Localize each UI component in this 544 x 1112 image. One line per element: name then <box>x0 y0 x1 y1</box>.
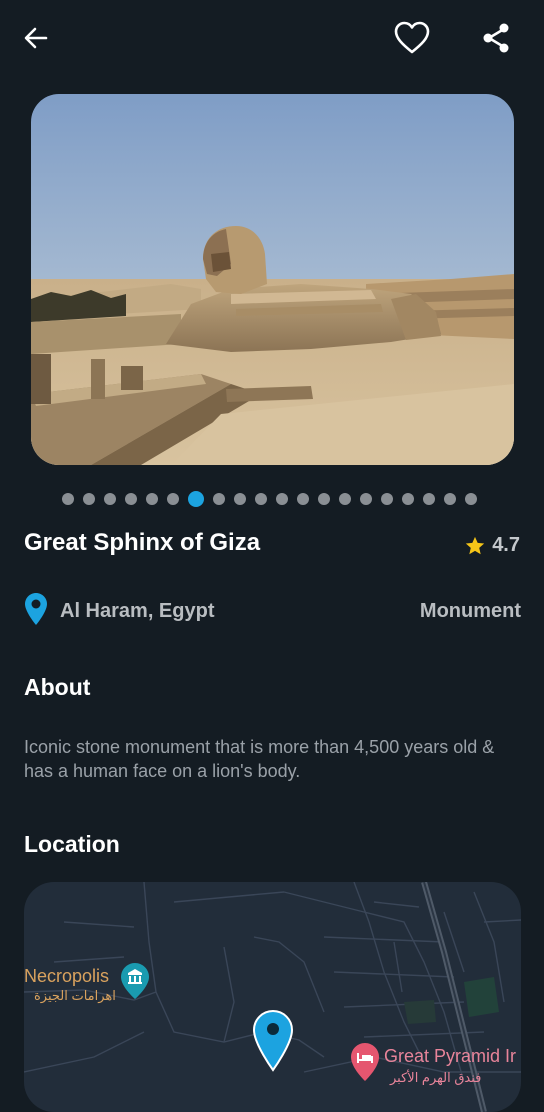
gallery-dot[interactable] <box>146 493 158 505</box>
location-row: Al Haram, Egypt Monument <box>24 590 521 630</box>
gallery-dot[interactable] <box>339 493 351 505</box>
gallery-dot-active[interactable] <box>188 491 204 507</box>
gallery-dot[interactable] <box>234 493 246 505</box>
share-button[interactable] <box>474 16 518 60</box>
gallery-dot[interactable] <box>423 493 435 505</box>
place-photo[interactable] <box>31 94 514 465</box>
back-button[interactable] <box>16 20 56 56</box>
gallery-dot[interactable] <box>62 493 74 505</box>
star-icon <box>466 536 485 554</box>
gallery-page-indicator <box>62 491 477 507</box>
share-icon <box>483 23 509 53</box>
location-map[interactable]: Necropolis اهرامات الجيزة Great Pyramid … <box>24 882 521 1112</box>
rating: 4.7 <box>464 534 520 557</box>
gallery-dot[interactable] <box>125 493 137 505</box>
museum-marker-icon[interactable] <box>120 962 150 1000</box>
location-text: Al Haram, Egypt <box>60 600 215 622</box>
gallery-dot[interactable] <box>402 493 414 505</box>
map-sublabel-necropolis: اهرامات الجيزة <box>34 988 116 1003</box>
gallery-dot[interactable] <box>276 493 288 505</box>
category-label: Monument <box>419 600 521 622</box>
map-sublabel-hotel: فندق الهرم الأكبر <box>390 1070 482 1085</box>
gallery-dot[interactable] <box>104 493 116 505</box>
gallery-dot[interactable] <box>255 493 267 505</box>
top-bar <box>0 0 544 76</box>
hotel-marker-icon[interactable] <box>350 1042 380 1082</box>
gallery-dot[interactable] <box>360 493 372 505</box>
place-title: Great Sphinx of Giza <box>24 529 261 556</box>
rating-value: 4.7 <box>492 534 520 556</box>
map-label-hotel: Great Pyramid Ir <box>384 1046 517 1066</box>
arrow-left-icon <box>24 27 48 49</box>
about-heading: About <box>24 674 91 700</box>
location-heading: Location <box>24 831 120 857</box>
gallery-dot[interactable] <box>213 493 225 505</box>
gallery-dot[interactable] <box>381 493 393 505</box>
gallery-dot[interactable] <box>167 493 179 505</box>
gallery-dot[interactable] <box>83 493 95 505</box>
about-description: Iconic stone monument that is more than … <box>24 737 495 781</box>
location-pin-icon <box>25 593 47 625</box>
gallery-dot[interactable] <box>297 493 309 505</box>
heart-outline-icon <box>394 21 430 54</box>
gallery-dot[interactable] <box>465 493 477 505</box>
selected-location-marker-icon[interactable] <box>253 1010 293 1072</box>
map-label-necropolis: Necropolis <box>24 966 110 986</box>
gallery-dot[interactable] <box>318 493 330 505</box>
sphinx-image <box>31 94 514 465</box>
gallery-dot[interactable] <box>444 493 456 505</box>
favorite-button[interactable] <box>390 16 434 60</box>
